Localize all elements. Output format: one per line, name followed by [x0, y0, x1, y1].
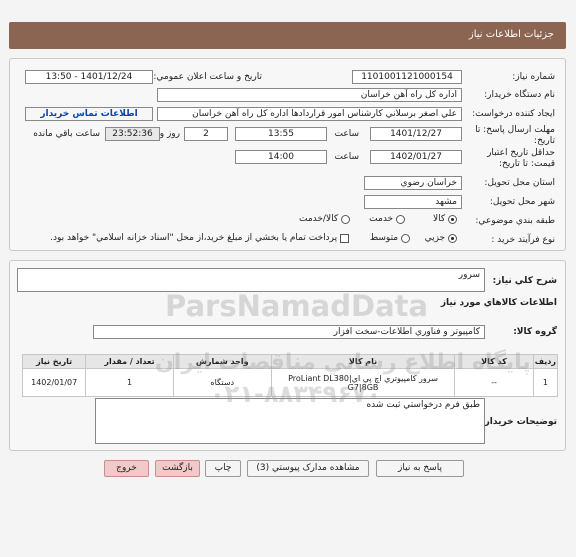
- creator-label: ايجاد كننده درخواست:: [472, 109, 555, 119]
- exit-button[interactable]: خروج: [104, 460, 149, 477]
- summary-label: شرح كلي نياز:: [492, 276, 557, 286]
- radio-icon: [341, 214, 350, 224]
- announce-field: 1401/12/24 - 13:50: [25, 70, 153, 84]
- category-option-goods-service[interactable]: كالا/خدمت: [299, 214, 350, 225]
- view-attachments-button[interactable]: مشاهده مدارک پيوستي (3): [247, 460, 369, 477]
- cell-quantity: 1: [85, 368, 174, 397]
- buyer-org-label: نام دستگاه خريدار:: [484, 90, 555, 100]
- city-label: شهر محل تحويل:: [489, 197, 555, 207]
- goods-group-label: گروه كالا:: [513, 327, 557, 337]
- col-quantity: تعداد / مقدار: [85, 354, 174, 369]
- contact-buyer-link[interactable]: اطلاعات تماس خريدار: [25, 107, 153, 121]
- process-option-medium[interactable]: متوسط: [370, 233, 410, 244]
- buyer-notes-field: طبق فرم درخواستي ثبت شده: [95, 398, 485, 444]
- col-name: نام كالا: [270, 354, 456, 369]
- category-label: طبقه بندي موضوعي:: [475, 216, 555, 226]
- process-option-minor[interactable]: جزيي: [425, 233, 457, 244]
- goods-group-field: كامپيوتر و فناوري اطلاعات-سخت افزار: [93, 325, 485, 339]
- cell-row: 1: [532, 368, 559, 397]
- province-field: خراسان رضوي: [364, 176, 462, 190]
- validity-label: حداقل تاريخ اعتبار قيمت: تا تاريخ:: [487, 148, 555, 169]
- request-info-panel: شماره نياز: 1101001121000154 تاريخ و ساع…: [9, 58, 566, 251]
- radio-icon: [396, 214, 405, 224]
- goods-info-title: اطلاعات كالاهاي مورد نياز: [440, 298, 557, 308]
- summary-field: سرور: [17, 268, 485, 292]
- cell-unit: دستگاه: [172, 368, 272, 397]
- validity-time-field: 14:00: [235, 150, 327, 164]
- deadline-time-field: 13:55: [235, 127, 327, 141]
- page-title-bar: جزئيات اطلاعات نياز: [9, 22, 566, 49]
- deadline-label: مهلت ارسال پاسخ: تا تاريخ:: [475, 125, 555, 146]
- cell-code: --: [454, 368, 534, 397]
- radio-selected-icon: [448, 214, 457, 224]
- print-button[interactable]: چاپ: [205, 460, 241, 477]
- category-option-service[interactable]: خدمت: [369, 214, 405, 225]
- payment-treasury-checkbox[interactable]: پرداخت تمام يا بخشي از مبلغ خريد،از محل …: [50, 233, 349, 244]
- page-title: جزئيات اطلاعات نياز: [468, 29, 554, 40]
- city-field: مشهد: [364, 195, 462, 209]
- table-header-row: رديف كد كالا نام كالا واحد شمارش تعداد /…: [21, 354, 559, 369]
- process-label: نوع فرآيند خريد :: [491, 235, 555, 245]
- deadline-time-label: ساعت: [334, 129, 360, 139]
- days-label: روز و: [159, 129, 180, 139]
- remaining-time-field: 23:52:36: [105, 127, 160, 141]
- col-unit: واحد شمارش: [172, 354, 272, 369]
- days-field: 2: [184, 127, 228, 141]
- radio-selected-icon: [448, 233, 457, 243]
- table-row: 1 -- سرور كامپيوتري اچ پي اي|ProLiant DL…: [21, 368, 559, 397]
- back-button[interactable]: بازگشت: [155, 460, 200, 477]
- need-number-field: 1101001121000154: [352, 70, 462, 84]
- col-date: تاريخ نياز: [21, 354, 87, 369]
- goods-table: رديف كد كالا نام كالا واحد شمارش تعداد /…: [21, 354, 559, 397]
- col-row: رديف: [532, 354, 559, 369]
- buyer-notes-label: توضيحات خريدار:: [481, 417, 557, 427]
- validity-time-label: ساعت: [334, 152, 360, 162]
- need-details-panel: شرح كلي نياز: سرور اطلاعات كالاهاي مورد …: [9, 260, 566, 451]
- reply-button[interactable]: پاسخ به نياز: [376, 460, 464, 477]
- checkbox-icon: [340, 233, 349, 243]
- cell-name: سرور كامپيوتري اچ پي اي|ProLiant DL380 G…: [270, 368, 456, 397]
- announce-label: تاريخ و ساعت اعلان عمومي:: [153, 72, 262, 82]
- creator-field: علي اصغر برسلاني كارشناس امور قراردادها …: [157, 107, 462, 121]
- remaining-label: ساعت باقي مانده: [33, 129, 100, 139]
- col-code: كد كالا: [454, 354, 534, 369]
- need-number-label: شماره نياز:: [512, 72, 555, 82]
- province-label: استان محل تحويل:: [484, 178, 555, 188]
- deadline-date-field: 1401/12/27: [370, 127, 462, 141]
- cell-date: 1402/01/07: [21, 368, 87, 397]
- category-option-goods[interactable]: كالا: [433, 214, 457, 225]
- validity-date-field: 1402/01/27: [370, 150, 462, 164]
- radio-icon: [401, 233, 410, 243]
- buyer-org-field: اداره كل راه آهن خراسان: [157, 88, 462, 102]
